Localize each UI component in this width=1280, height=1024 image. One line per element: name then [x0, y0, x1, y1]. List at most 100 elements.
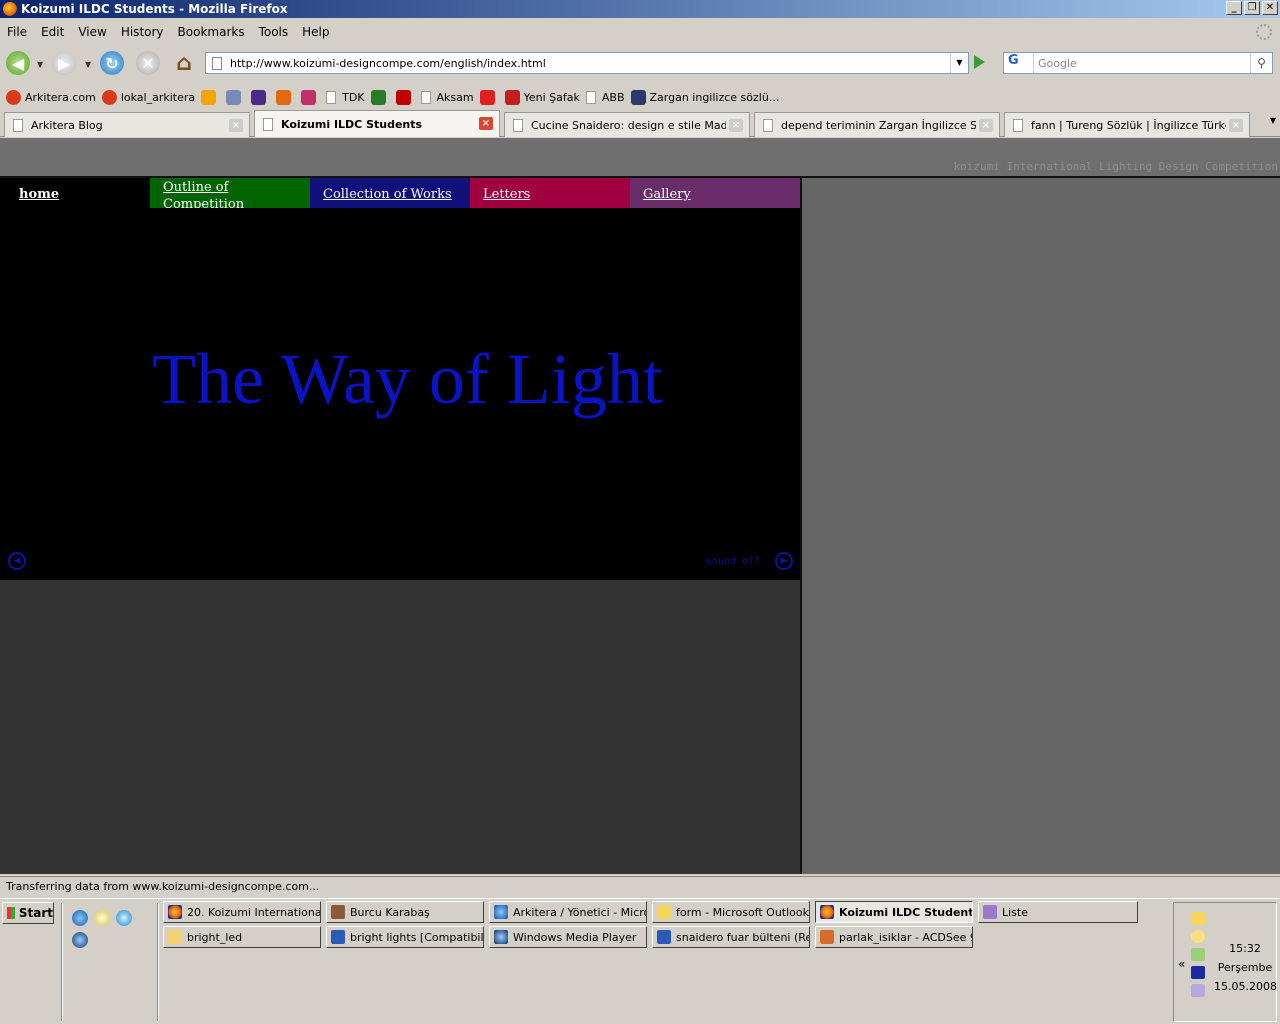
outlook-quicklaunch-icon[interactable] — [94, 910, 110, 926]
bookmark-item[interactable] — [370, 89, 390, 105]
start-button[interactable]: Start — [2, 902, 54, 924]
taskbar-task-button[interactable]: Arkitera / Yönetici - Micro... — [489, 901, 647, 923]
search-engine-icon[interactable]: G — [1004, 53, 1034, 73]
taskbar-task-button[interactable]: bright lights [Compatibilit... — [326, 926, 484, 948]
menu-help[interactable]: Help — [295, 25, 336, 39]
menu-view[interactable]: View — [71, 25, 113, 39]
menu-file[interactable]: File — [0, 25, 34, 39]
home-icon[interactable]: ⌂ — [172, 51, 196, 76]
browser-tab[interactable]: depend teriminin Zargan İngilizce Sözl..… — [754, 112, 1000, 137]
url-history-dropdown-icon[interactable]: ▼ — [950, 53, 968, 73]
taskbar-task-button[interactable]: form - Microsoft Outlook — [652, 901, 810, 923]
taskbar-task-button[interactable]: Liste — [978, 901, 1138, 923]
network-tray-icon[interactable] — [1191, 948, 1205, 961]
nav-home-link[interactable]: home — [6, 178, 150, 208]
menu-edit[interactable]: Edit — [34, 25, 71, 39]
chat-icon — [331, 905, 345, 919]
taskbar-task-button[interactable]: snaidero fuar bülteni (Re... — [652, 926, 810, 948]
nav-outline-link[interactable]: Outline of Competition — [150, 178, 310, 208]
desktop-quicklaunch-icon[interactable] — [116, 910, 132, 926]
close-button[interactable]: ✕ — [1262, 1, 1278, 15]
clock[interactable]: 15:32 Perşembe 15.05.2008 — [1214, 939, 1277, 996]
bookmark-item[interactable] — [251, 89, 270, 105]
page-icon — [326, 90, 337, 104]
page-viewport: koizumi International Lighting Design Co… — [0, 138, 1280, 874]
bookmark-item[interactable]: Yeni Şafak — [504, 89, 580, 105]
bookmark-item[interactable] — [301, 89, 320, 105]
menu-bar: File Edit View History Bookmarks Tools H… — [0, 22, 1280, 42]
bookmark-item[interactable]: TDK — [326, 90, 365, 104]
back-arrow-icon[interactable]: ◀ — [6, 51, 30, 75]
address-bar[interactable]: http://www.koizumi-designcompe.com/engli… — [205, 52, 969, 74]
nav-works-link[interactable]: Collection of Works — [310, 178, 470, 208]
tab-close-icon[interactable]: × — [979, 119, 993, 132]
windows-logo-icon — [7, 907, 15, 919]
forward-history-dropdown-icon[interactable]: ▼ — [85, 60, 91, 69]
next-arrow-icon[interactable]: ▶ — [775, 552, 793, 570]
ie-quicklaunch-icon[interactable] — [72, 910, 88, 926]
bookmark-item[interactable] — [395, 89, 415, 105]
taskbar-task-button[interactable]: parlak_isiklar - ACDSee 9... — [815, 926, 973, 948]
stop-icon[interactable]: ✕ — [136, 51, 160, 75]
nav-letters-link[interactable]: Letters — [470, 178, 630, 208]
back-history-dropdown-icon[interactable]: ▼ — [37, 60, 43, 69]
task-label: Windows Media Player — [513, 930, 637, 944]
sound-toggle[interactable]: sound off — [706, 556, 760, 567]
bookmark-item[interactable]: lokal_arkitera — [101, 89, 195, 105]
menu-history[interactable]: History — [114, 25, 171, 39]
taskbar-task-button[interactable]: Burcu Karabaş — [326, 901, 484, 923]
bookmark-label: TDK — [342, 90, 365, 104]
outlook-tray-icon[interactable] — [1191, 930, 1205, 943]
bookmark-label: Aksam — [436, 90, 474, 104]
minimize-button[interactable]: _ — [1226, 1, 1242, 15]
bookmark-item[interactable] — [201, 89, 220, 105]
show-hidden-icons-chevron[interactable]: « — [1178, 957, 1185, 971]
tab-close-icon[interactable]: × — [229, 119, 243, 132]
go-arrow-icon[interactable] — [974, 55, 985, 69]
system-tray: « 15:32 Perşembe 15.05.2008 — [1173, 902, 1277, 1022]
media-player-quicklaunch-icon[interactable] — [72, 932, 88, 948]
nav-gallery-link[interactable]: Gallery — [630, 178, 800, 208]
bookmark-label: ABB — [601, 90, 625, 104]
taskbar-separator — [61, 903, 63, 1021]
search-input[interactable]: Google — [1034, 57, 1077, 70]
tab-label: Koizumi ILDC Students — [281, 117, 423, 131]
forward-arrow-icon[interactable]: ▶ — [52, 51, 76, 75]
search-box[interactable]: G Google ⚲ — [1003, 52, 1273, 74]
browser-tab[interactable]: Arkitera Blog × — [4, 112, 250, 137]
restore-button[interactable]: ❐ — [1244, 1, 1260, 15]
magnifier-search-icon[interactable]: ⚲ — [1250, 53, 1272, 73]
task-label: 20. Koizumi International... — [187, 905, 321, 919]
tab-close-icon[interactable]: × — [1229, 119, 1243, 132]
tab-close-icon[interactable]: × — [479, 117, 493, 130]
bookmark-icon — [251, 89, 267, 105]
reload-icon[interactable]: ↻ — [100, 51, 124, 75]
taskbar-separator — [157, 903, 159, 1021]
tab-close-icon[interactable]: × — [729, 119, 743, 132]
browser-tab[interactable]: Cucine Snaidero: design e stile Made i..… — [504, 112, 750, 137]
taskbar-task-button[interactable]: Koizumi ILDC Student... — [815, 901, 973, 923]
menu-bookmarks[interactable]: Bookmarks — [171, 25, 252, 39]
taskbar-task-button[interactable]: bright_led — [163, 926, 321, 948]
previous-arrow-icon[interactable]: ◀ — [8, 552, 26, 570]
taskbar-task-button[interactable]: 20. Koizumi International... — [163, 901, 321, 923]
bookmark-item[interactable] — [479, 89, 499, 105]
media-tray-icon[interactable] — [1191, 966, 1205, 979]
tab-favicon-icon — [513, 118, 523, 132]
bookmark-item[interactable]: Zargan ingilizce sözlü... — [630, 89, 779, 105]
bookmark-label: Arkitera.com — [25, 90, 96, 104]
messenger-tray-icon[interactable] — [1191, 984, 1205, 997]
bookmark-item[interactable]: ABB — [585, 90, 625, 104]
bookmark-item[interactable]: Aksam — [420, 90, 474, 104]
hero-title: The Way of Light — [152, 339, 663, 419]
task-label: Arkitera / Yönetici - Micro... — [513, 905, 647, 919]
menu-tools[interactable]: Tools — [252, 25, 296, 39]
browser-tab[interactable]: Koizumi ILDC Students × — [254, 110, 500, 137]
browser-tab[interactable]: fann | Tureng Sözlük | İngilizce Türkçe.… — [1004, 112, 1250, 137]
bookmark-item[interactable]: Arkitera.com — [6, 89, 96, 105]
mail-tray-icon[interactable] — [1191, 912, 1205, 925]
bookmark-item[interactable] — [226, 89, 245, 105]
bookmark-item[interactable] — [276, 89, 295, 105]
taskbar-task-button[interactable]: Windows Media Player — [489, 926, 647, 948]
tab-list-dropdown-icon[interactable]: ▼ — [1270, 116, 1276, 125]
